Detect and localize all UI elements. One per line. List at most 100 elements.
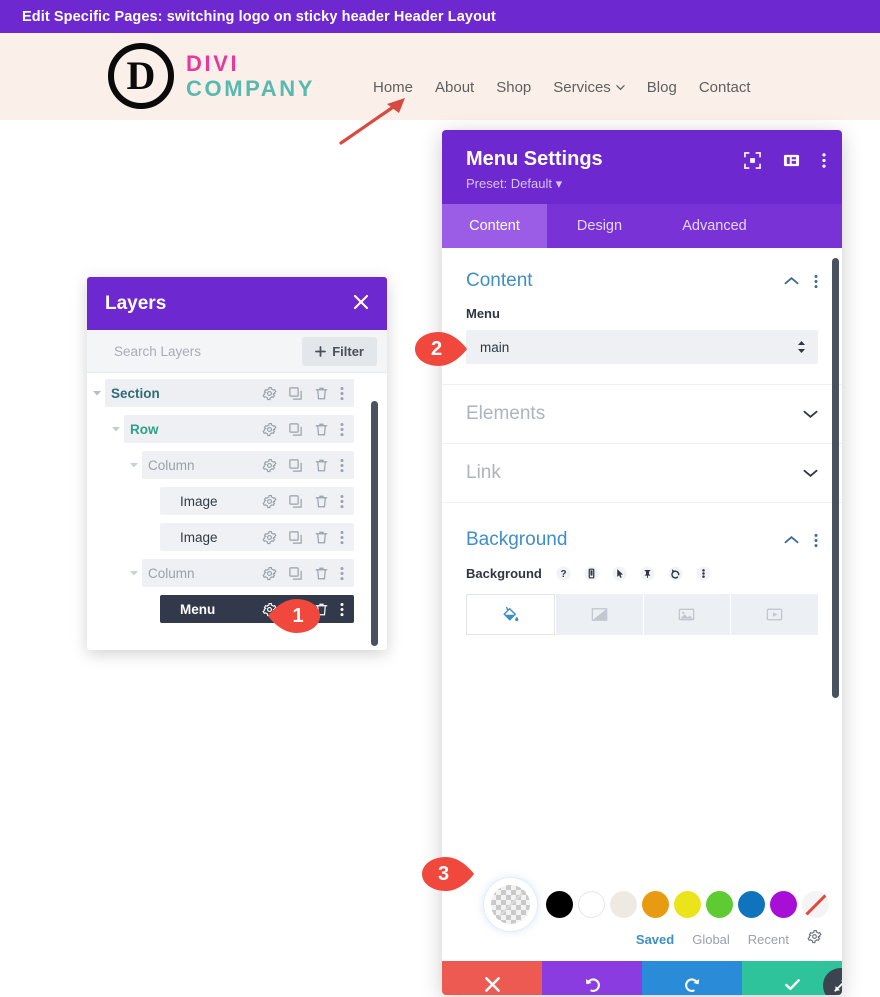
more-vertical-icon[interactable] (822, 152, 826, 174)
nav-item-shop[interactable]: Shop (496, 79, 531, 96)
elements-accordion[interactable]: Elements (442, 384, 842, 443)
settings-header-icons (744, 152, 826, 174)
swatch-orange[interactable] (642, 891, 669, 918)
swatch-cream[interactable] (610, 891, 637, 918)
gear-icon[interactable] (262, 566, 277, 581)
palette-tab-saved[interactable]: Saved (636, 932, 674, 947)
gear-icon[interactable] (262, 458, 277, 473)
duplicate-icon[interactable] (288, 458, 303, 473)
more-vertical-icon[interactable] (340, 422, 344, 437)
swatch-green[interactable] (706, 891, 733, 918)
cancel-button[interactable] (442, 961, 542, 995)
preset-selector[interactable]: Preset: Default ▾ (466, 176, 822, 192)
background-video-tab[interactable] (731, 594, 818, 635)
background-section-header[interactable]: Background (442, 502, 842, 565)
settings-scrollbar[interactable] (832, 258, 839, 698)
palette-tab-recent[interactable]: Recent (748, 932, 789, 947)
duplicate-icon[interactable] (288, 566, 303, 581)
layers-panel: Layers Search Layers Filter Section Row … (87, 277, 387, 650)
paint-bucket-icon (503, 606, 519, 622)
chevron-down-icon[interactable] (91, 387, 103, 399)
more-vertical-icon[interactable] (814, 274, 818, 289)
more-vertical-icon[interactable] (340, 494, 344, 509)
more-vertical-icon[interactable] (340, 458, 344, 473)
swatch-white[interactable] (578, 891, 605, 918)
background-color-tab[interactable] (466, 594, 555, 635)
duplicate-icon[interactable] (288, 494, 303, 509)
redo-button[interactable] (642, 961, 742, 995)
gear-icon[interactable] (807, 929, 822, 949)
tab-advanced[interactable]: Advanced (652, 204, 777, 248)
nav-item-contact[interactable]: Contact (699, 79, 751, 96)
help-icon[interactable]: ? (555, 565, 572, 582)
menu-settings-modal: Menu Settings Preset: Default ▾ Content … (442, 130, 842, 995)
background-field-label: Background (466, 566, 542, 581)
more-vertical-icon[interactable] (695, 565, 712, 582)
swatch-black[interactable] (546, 891, 573, 918)
swatch-yellow[interactable] (674, 891, 701, 918)
gear-icon[interactable] (262, 530, 277, 545)
swatch-none[interactable] (802, 891, 829, 918)
more-vertical-icon[interactable] (340, 566, 344, 581)
duplicate-icon[interactable] (288, 422, 303, 437)
trash-icon[interactable] (314, 566, 329, 581)
undo-button[interactable] (542, 961, 642, 995)
logo-wordmark: DIVI COMPANY (186, 52, 315, 100)
nav-item-services[interactable]: Services (553, 79, 625, 96)
trash-icon[interactable] (314, 422, 329, 437)
layers-scrollbar[interactable] (371, 401, 378, 646)
duplicate-icon[interactable] (288, 530, 303, 545)
search-layers-input[interactable]: Search Layers (114, 344, 201, 359)
more-vertical-icon[interactable] (814, 533, 818, 548)
more-vertical-icon[interactable] (340, 530, 344, 545)
chevron-up-icon[interactable] (784, 276, 799, 286)
content-section-header[interactable]: Content (442, 248, 842, 306)
nav-label: Services (553, 79, 611, 96)
reset-icon[interactable] (667, 565, 684, 582)
chevron-up-icon[interactable] (784, 535, 799, 545)
layer-row-image-2[interactable]: Image (160, 523, 354, 551)
layer-row-column-1[interactable]: Column (130, 451, 354, 479)
filter-button[interactable]: Filter (302, 336, 377, 366)
more-vertical-icon[interactable] (340, 602, 344, 617)
chevron-down-icon[interactable] (110, 423, 122, 435)
nav-item-blog[interactable]: Blog (647, 79, 677, 96)
close-icon[interactable] (353, 294, 369, 314)
layer-row-image-1[interactable]: Image (160, 487, 354, 515)
tab-design[interactable]: Design (547, 204, 652, 248)
chevron-down-icon[interactable] (128, 567, 140, 579)
responsive-icon[interactable] (583, 565, 600, 582)
gear-icon[interactable] (262, 386, 277, 401)
nav-item-about[interactable]: About (435, 79, 474, 96)
layer-row-column-2[interactable]: Column (130, 559, 354, 587)
layer-row-row[interactable]: Row (112, 415, 354, 443)
layer-row-section[interactable]: Section (93, 379, 354, 407)
trash-icon[interactable] (314, 458, 329, 473)
logo-mark-icon: D (108, 43, 174, 109)
trash-icon[interactable] (314, 494, 329, 509)
swatch-purple[interactable] (770, 891, 797, 918)
chevron-down-icon[interactable] (128, 459, 140, 471)
palette-tab-global[interactable]: Global (692, 932, 730, 947)
swatch-transparent[interactable] (488, 882, 533, 927)
site-logo[interactable]: D DIVI COMPANY (108, 43, 315, 109)
tab-content[interactable]: Content (442, 204, 547, 248)
layer-row-menu[interactable]: Menu (160, 595, 354, 623)
gear-icon[interactable] (262, 422, 277, 437)
link-accordion[interactable]: Link (442, 443, 842, 502)
gear-icon[interactable] (262, 494, 277, 509)
duplicate-icon[interactable] (288, 386, 303, 401)
menu-select[interactable]: main (466, 330, 818, 364)
nav-item-home[interactable]: Home (373, 79, 413, 96)
background-gradient-tab[interactable] (555, 594, 643, 635)
trash-icon[interactable] (314, 530, 329, 545)
layer-row-actions (262, 566, 354, 581)
more-vertical-icon[interactable] (340, 386, 344, 401)
expand-icon[interactable] (744, 152, 761, 174)
trash-icon[interactable] (314, 386, 329, 401)
sticky-pin-icon[interactable] (639, 565, 656, 582)
panel-layout-icon[interactable] (783, 152, 800, 174)
background-image-tab[interactable] (643, 594, 731, 635)
hover-icon[interactable] (611, 565, 628, 582)
swatch-blue[interactable] (738, 891, 765, 918)
